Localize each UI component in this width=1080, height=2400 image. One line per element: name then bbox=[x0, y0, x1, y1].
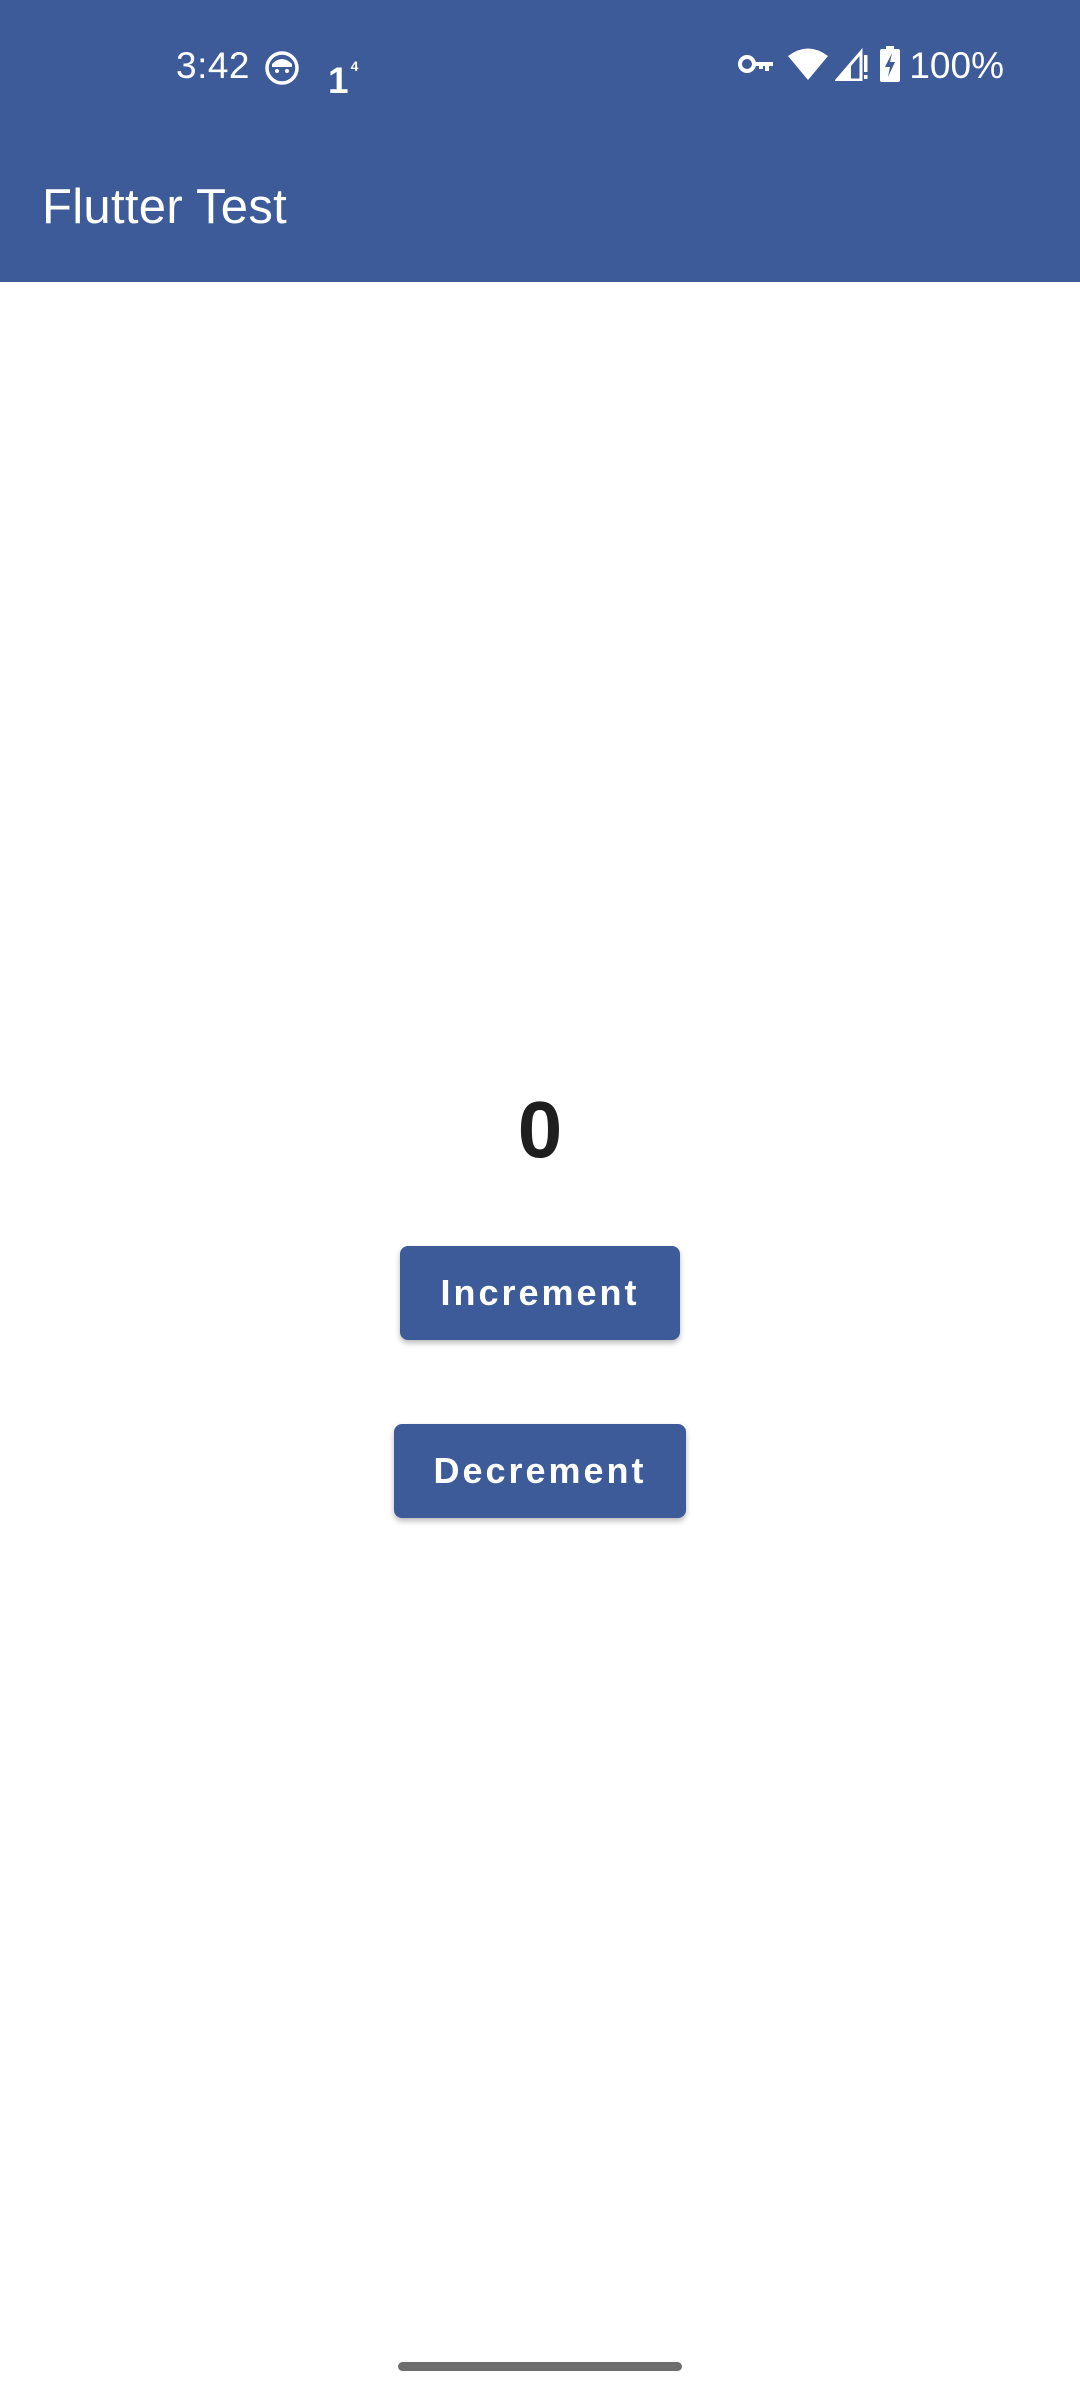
key-icon bbox=[737, 52, 775, 81]
status-time: 3:42 bbox=[176, 45, 251, 86]
notification-count: 1 bbox=[328, 60, 349, 101]
status-icons: 100% bbox=[737, 44, 1004, 88]
status-bar: 3:42 14 100% bbox=[0, 0, 1080, 134]
page-title: Flutter Test bbox=[42, 180, 288, 234]
battery-charging-icon bbox=[879, 45, 901, 87]
increment-button[interactable]: Increment bbox=[400, 1246, 680, 1340]
home-indicator[interactable] bbox=[398, 2362, 682, 2371]
notification-indicator: 14 bbox=[328, 44, 358, 103]
app-header: 3:42 14 100% Flutter Test bbox=[0, 0, 1080, 282]
signal-icon bbox=[834, 47, 869, 86]
decrement-button[interactable]: Decrement bbox=[394, 1424, 686, 1518]
wifi-icon bbox=[787, 47, 829, 86]
battery-percent: 100% bbox=[909, 45, 1004, 86]
notification-sup: 4 bbox=[350, 58, 359, 74]
face-icon bbox=[264, 50, 300, 86]
counter-value: 0 bbox=[517, 1085, 563, 1174]
app-screen: 3:42 14 100% Flutter Test 0 Increment De… bbox=[0, 0, 1080, 2400]
